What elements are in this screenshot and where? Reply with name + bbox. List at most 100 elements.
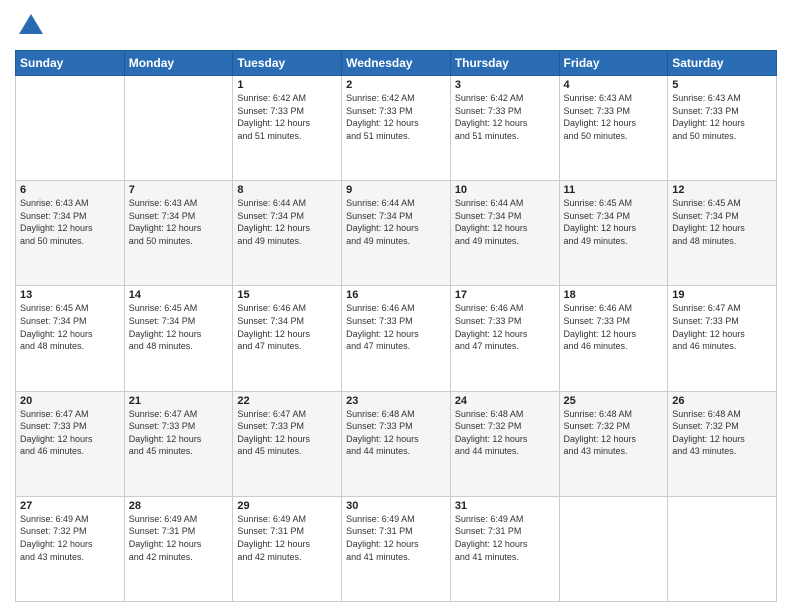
day-number: 19 [672,289,772,301]
logo [15,10,51,42]
day-cell: 15Sunrise: 6:46 AM Sunset: 7:34 PM Dayli… [233,286,342,391]
week-row-3: 13Sunrise: 6:45 AM Sunset: 7:34 PM Dayli… [16,286,777,391]
day-number: 10 [455,184,555,196]
day-info: Sunrise: 6:48 AM Sunset: 7:32 PM Dayligh… [672,408,772,458]
day-info: Sunrise: 6:49 AM Sunset: 7:31 PM Dayligh… [129,513,229,563]
header [15,10,777,42]
day-number: 23 [346,395,446,407]
day-number: 4 [564,79,664,91]
logo-icon [15,10,47,42]
day-cell: 24Sunrise: 6:48 AM Sunset: 7:32 PM Dayli… [450,391,559,496]
day-info: Sunrise: 6:43 AM Sunset: 7:33 PM Dayligh… [564,92,664,142]
day-info: Sunrise: 6:46 AM Sunset: 7:33 PM Dayligh… [455,302,555,352]
week-row-4: 20Sunrise: 6:47 AM Sunset: 7:33 PM Dayli… [16,391,777,496]
day-cell: 18Sunrise: 6:46 AM Sunset: 7:33 PM Dayli… [559,286,668,391]
col-header-thursday: Thursday [450,51,559,76]
day-cell: 4Sunrise: 6:43 AM Sunset: 7:33 PM Daylig… [559,76,668,181]
col-header-monday: Monday [124,51,233,76]
day-info: Sunrise: 6:44 AM Sunset: 7:34 PM Dayligh… [346,197,446,247]
day-info: Sunrise: 6:48 AM Sunset: 7:32 PM Dayligh… [564,408,664,458]
day-number: 9 [346,184,446,196]
day-number: 21 [129,395,229,407]
day-cell: 31Sunrise: 6:49 AM Sunset: 7:31 PM Dayli… [450,496,559,601]
day-number: 29 [237,500,337,512]
day-cell [124,76,233,181]
day-info: Sunrise: 6:44 AM Sunset: 7:34 PM Dayligh… [237,197,337,247]
col-header-sunday: Sunday [16,51,125,76]
day-number: 22 [237,395,337,407]
day-number: 25 [564,395,664,407]
day-info: Sunrise: 6:43 AM Sunset: 7:34 PM Dayligh… [20,197,120,247]
day-info: Sunrise: 6:47 AM Sunset: 7:33 PM Dayligh… [20,408,120,458]
day-info: Sunrise: 6:45 AM Sunset: 7:34 PM Dayligh… [129,302,229,352]
day-info: Sunrise: 6:43 AM Sunset: 7:33 PM Dayligh… [672,92,772,142]
day-cell: 13Sunrise: 6:45 AM Sunset: 7:34 PM Dayli… [16,286,125,391]
day-number: 28 [129,500,229,512]
day-number: 8 [237,184,337,196]
day-cell: 22Sunrise: 6:47 AM Sunset: 7:33 PM Dayli… [233,391,342,496]
day-cell [559,496,668,601]
day-cell: 1Sunrise: 6:42 AM Sunset: 7:33 PM Daylig… [233,76,342,181]
week-row-1: 1 Sunrise: 6:42 AM Sunset: 7:33 PM Daylig… [16,76,777,181]
day-info: Sunrise: 6:49 AM Sunset: 7:31 PM Dayligh… [346,513,446,563]
day-cell: 14Sunrise: 6:45 AM Sunset: 7:34 PM Dayli… [124,286,233,391]
day-number: 7 [129,184,229,196]
day-number: 30 [346,500,446,512]
week-row-2: 6Sunrise: 6:43 AM Sunset: 7:34 PM Daylig… [16,181,777,286]
day-cell [16,76,125,181]
day-number: 11 [564,184,664,196]
page: SundayMondayTuesdayWednesdayThursdayFrid… [0,0,792,612]
day-number: 18 [564,289,664,301]
day-cell: 19Sunrise: 6:47 AM Sunset: 7:33 PM Dayli… [668,286,777,391]
day-info: Sunrise: 6:49 AM Sunset: 7:31 PM Dayligh… [237,513,337,563]
day-number: 14 [129,289,229,301]
day-cell: 27Sunrise: 6:49 AM Sunset: 7:32 PM Dayli… [16,496,125,601]
day-info: Sunrise: 6:47 AM Sunset: 7:33 PM Dayligh… [237,408,337,458]
day-number: 3 [455,79,555,91]
day-info: Sunrise: 6:48 AM Sunset: 7:32 PM Dayligh… [455,408,555,458]
day-info: Sunrise: 6:46 AM Sunset: 7:33 PM Dayligh… [564,302,664,352]
day-info: Sunrise: 6:46 AM Sunset: 7:33 PM Dayligh… [346,302,446,352]
day-number: 20 [20,395,120,407]
day-cell: 28Sunrise: 6:49 AM Sunset: 7:31 PM Dayli… [124,496,233,601]
day-cell: 26Sunrise: 6:48 AM Sunset: 7:32 PM Dayli… [668,391,777,496]
day-number: 12 [672,184,772,196]
day-number: 13 [20,289,120,301]
day-cell: 10Sunrise: 6:44 AM Sunset: 7:34 PM Dayli… [450,181,559,286]
calendar: SundayMondayTuesdayWednesdayThursdayFrid… [15,50,777,602]
day-info: Sunrise: 6:42 AM Sunset: 7:33 PM Dayligh… [455,92,555,142]
day-number: 17 [455,289,555,301]
day-number: 2 [346,79,446,91]
day-number: 24 [455,395,555,407]
day-cell: 30Sunrise: 6:49 AM Sunset: 7:31 PM Dayli… [342,496,451,601]
day-cell: 3Sunrise: 6:42 AM Sunset: 7:33 PM Daylig… [450,76,559,181]
day-number: 1 [237,79,337,91]
day-info: Sunrise: 6:43 AM Sunset: 7:34 PM Dayligh… [129,197,229,247]
day-info: Sunrise: 6:42 AM Sunset: 7:33 PM Dayligh… [346,92,446,142]
day-cell: 20Sunrise: 6:47 AM Sunset: 7:33 PM Dayli… [16,391,125,496]
col-header-friday: Friday [559,51,668,76]
day-info: Sunrise: 6:46 AM Sunset: 7:34 PM Dayligh… [237,302,337,352]
day-info: Sunrise: 6:47 AM Sunset: 7:33 PM Dayligh… [672,302,772,352]
day-cell: 17Sunrise: 6:46 AM Sunset: 7:33 PM Dayli… [450,286,559,391]
day-cell: 8Sunrise: 6:44 AM Sunset: 7:34 PM Daylig… [233,181,342,286]
day-cell: 5Sunrise: 6:43 AM Sunset: 7:33 PM Daylig… [668,76,777,181]
day-cell: 16Sunrise: 6:46 AM Sunset: 7:33 PM Dayli… [342,286,451,391]
day-cell: 7Sunrise: 6:43 AM Sunset: 7:34 PM Daylig… [124,181,233,286]
day-cell: 25Sunrise: 6:48 AM Sunset: 7:32 PM Dayli… [559,391,668,496]
day-info: Sunrise: 6:49 AM Sunset: 7:31 PM Dayligh… [455,513,555,563]
day-number: 16 [346,289,446,301]
day-number: 15 [237,289,337,301]
day-info: Sunrise: 6:47 AM Sunset: 7:33 PM Dayligh… [129,408,229,458]
day-number: 26 [672,395,772,407]
day-info: Sunrise: 6:48 AM Sunset: 7:33 PM Dayligh… [346,408,446,458]
day-cell: 21Sunrise: 6:47 AM Sunset: 7:33 PM Dayli… [124,391,233,496]
day-cell: 29Sunrise: 6:49 AM Sunset: 7:31 PM Dayli… [233,496,342,601]
day-cell [668,496,777,601]
day-info: Sunrise: 6:44 AM Sunset: 7:34 PM Dayligh… [455,197,555,247]
col-header-tuesday: Tuesday [233,51,342,76]
day-cell: 6Sunrise: 6:43 AM Sunset: 7:34 PM Daylig… [16,181,125,286]
day-info: Sunrise: 6:45 AM Sunset: 7:34 PM Dayligh… [20,302,120,352]
day-number: 27 [20,500,120,512]
day-cell: 23Sunrise: 6:48 AM Sunset: 7:33 PM Dayli… [342,391,451,496]
